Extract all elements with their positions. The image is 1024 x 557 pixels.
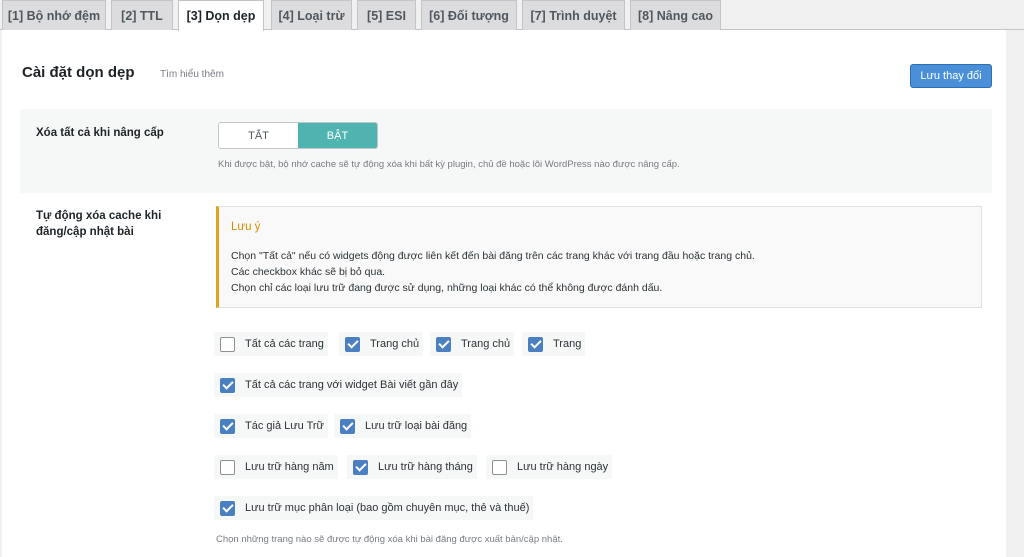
tab-cache[interactable]: [1] Bộ nhớ đệm xyxy=(2,0,106,30)
option-home-page[interactable]: Trang chủ xyxy=(430,332,515,356)
checkbox[interactable] xyxy=(353,459,368,475)
option-label: Trang chủ xyxy=(461,338,511,350)
option-label: Lưu trữ hàng năm xyxy=(245,461,334,473)
checkbox[interactable] xyxy=(220,336,235,352)
auto-purge-label-line1: Tự động xóa cache khi xyxy=(36,210,162,222)
save-button[interactable]: Lưu thay đổi xyxy=(910,64,992,88)
option-pages[interactable]: Trang xyxy=(522,332,586,356)
option-label: Tất cả các trang xyxy=(245,338,324,350)
note-line-1: Chọn "Tất cả" nếu có widgets động được l… xyxy=(231,250,755,262)
option-label: Tác giả Lưu Trữ xyxy=(245,420,324,432)
checkbox[interactable] xyxy=(528,336,543,352)
option-label: Tất cả các trang với widget Bài viết gần… xyxy=(245,379,459,391)
option-label: Lưu trữ mục phân loại (bao gồm chuyên mụ… xyxy=(245,502,530,514)
checkbox[interactable] xyxy=(220,418,235,434)
checkbox[interactable] xyxy=(340,418,355,434)
note-box: Lưu ý Chọn "Tất cả" nếu có widgets động … xyxy=(216,206,982,308)
tab-excludes[interactable]: [4] Loại trừ xyxy=(271,0,352,30)
option-author-archive[interactable]: Tác giả Lưu Trữ xyxy=(214,414,328,438)
option-recent-posts-widget[interactable]: Tất cả các trang với widget Bài viết gần… xyxy=(214,373,463,397)
option-front-page[interactable]: Trang chủ xyxy=(339,332,424,356)
option-label: Lưu trữ hàng ngày xyxy=(517,461,609,473)
option-post-type-archive[interactable]: Lưu trữ loại bài đăng xyxy=(334,414,472,438)
option-all-pages[interactable]: Tất cả các trang xyxy=(214,332,328,356)
checkbox[interactable] xyxy=(345,336,360,352)
option-label: Lưu trữ loại bài đăng xyxy=(365,420,468,432)
tab-object[interactable]: [6] Đối tượng xyxy=(421,0,517,30)
tab-purge[interactable]: [3] Dọn dẹp xyxy=(178,0,264,31)
checkbox[interactable] xyxy=(492,459,507,475)
auto-purge-label-line2: đăng/cập nhật bài xyxy=(36,226,134,238)
checkbox[interactable] xyxy=(220,459,235,475)
learn-more-link[interactable]: Tìm hiểu thêm xyxy=(160,69,224,80)
page-title: Cài đặt dọn dẹp xyxy=(22,64,135,81)
option-label: Trang chủ xyxy=(370,338,420,350)
option-label: Trang xyxy=(553,338,582,350)
note-line-3: Chọn chỉ các loại lưu trữ đang được sử d… xyxy=(231,282,663,294)
checkbox[interactable] xyxy=(436,336,451,352)
purge-on-upgrade-toggle[interactable]: TẮT BẬT xyxy=(218,122,378,149)
option-monthly-archive[interactable]: Lưu trữ hàng tháng xyxy=(347,455,477,479)
option-daily-archive[interactable]: Lưu trữ hàng ngày xyxy=(486,455,613,479)
purge-on-upgrade-row: Xóa tất cả khi nâng cấp TẮT BẬT Khi được… xyxy=(20,109,992,193)
option-yearly-archive[interactable]: Lưu trữ hàng năm xyxy=(214,455,338,479)
toggle-on-option[interactable]: BẬT xyxy=(298,123,377,148)
auto-purge-description: Chọn những trang nào sẽ được tự động xóa… xyxy=(216,534,563,545)
note-title: Lưu ý xyxy=(231,221,261,233)
checkbox[interactable] xyxy=(220,377,235,393)
tab-browser[interactable]: [7] Trình duyệt xyxy=(522,0,625,30)
tab-bar: [1] Bộ nhớ đệm [2] TTL [3] Dọn dẹp [4] L… xyxy=(0,0,1024,31)
option-label: Lưu trữ hàng tháng xyxy=(378,461,473,473)
tab-advanced[interactable]: [8] Nâng cao xyxy=(630,0,721,30)
option-term-archive[interactable]: Lưu trữ mục phân loại (bao gồm chuyên mụ… xyxy=(214,496,534,520)
purge-on-upgrade-label: Xóa tất cả khi nâng cấp xyxy=(36,127,164,139)
checkbox[interactable] xyxy=(220,500,235,516)
settings-panel: Cài đặt dọn dẹp Tìm hiểu thêm Lưu thay đ… xyxy=(2,30,1006,557)
tab-esi[interactable]: [5] ESI xyxy=(357,0,416,30)
toggle-off-option[interactable]: TẮT xyxy=(219,123,298,148)
note-line-2: Các checkbox khác sẽ bị bỏ qua. xyxy=(231,266,386,278)
tab-ttl[interactable]: [2] TTL xyxy=(111,0,173,30)
purge-on-upgrade-description: Khi được bật, bộ nhớ cache sẽ tự động xó… xyxy=(218,159,680,170)
